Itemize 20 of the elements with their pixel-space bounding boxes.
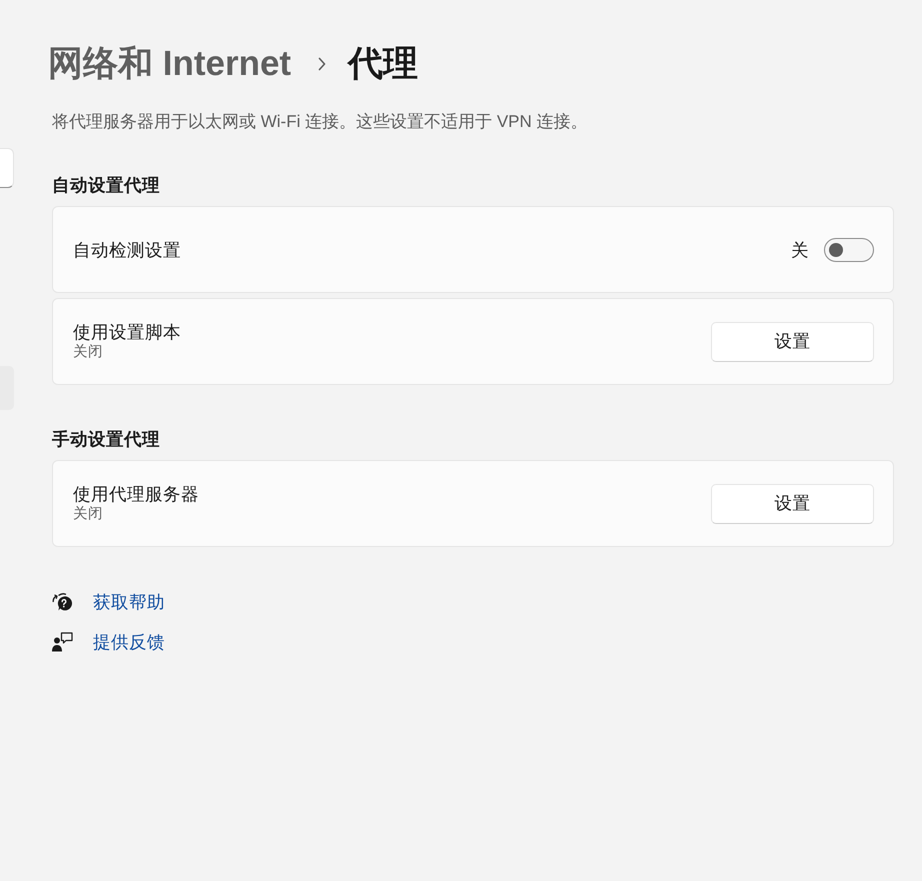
section-heading: 自动设置代理: [52, 174, 161, 197]
toggle-switch[interactable]: [824, 238, 874, 262]
breadcrumb-parent[interactable]: 网络和 Internet: [48, 40, 292, 88]
page-description: 将代理服务器用于以太网或 Wi-Fi 连接。这些设置不适用于 VPN 连接。: [52, 111, 588, 133]
setting-title: 使用设置脚本: [73, 321, 181, 343]
search-field[interactable]: [0, 148, 14, 188]
setting-status: 关闭: [73, 343, 104, 362]
help-link[interactable]: 获取帮助: [93, 590, 165, 614]
feedback-link[interactable]: 提供反馈: [93, 630, 165, 654]
toggle-state-label: 关: [791, 238, 809, 260]
chevron-icon: [318, 57, 326, 71]
setting-title: 使用代理服务器: [73, 483, 199, 505]
setting-status: 关闭: [73, 505, 104, 524]
settings-button[interactable]: 设置: [711, 322, 874, 362]
person-chat-icon: [52, 632, 73, 652]
settings-button[interactable]: 设置: [711, 484, 874, 524]
page-title: 代理: [348, 43, 418, 85]
help-icon: [52, 592, 73, 612]
setting-title: 自动检测设置: [73, 238, 181, 260]
section-heading: 手动设置代理: [52, 428, 161, 451]
